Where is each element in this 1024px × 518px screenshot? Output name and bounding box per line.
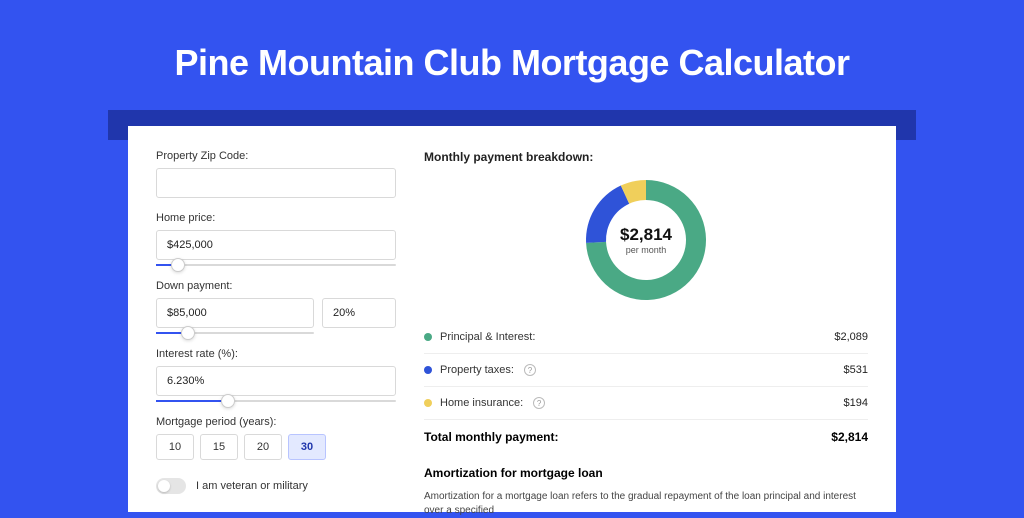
breakdown-title: Monthly payment breakdown: — [424, 150, 868, 164]
slider-thumb[interactable] — [221, 394, 235, 408]
legend-dot — [424, 366, 432, 374]
breakdown-column: Monthly payment breakdown: $2,814 per mo… — [424, 150, 868, 512]
period-btn-30[interactable]: 30 — [288, 434, 326, 460]
total-value: $2,814 — [831, 430, 868, 444]
legend: Principal & Interest: $2,089 Property taxe… — [424, 320, 868, 420]
interest-slider[interactable] — [156, 400, 396, 402]
period-btn-15[interactable]: 15 — [200, 434, 238, 460]
amortization-text: Amortization for a mortgage loan refers … — [424, 490, 868, 518]
donut-chart: $2,814 per month — [584, 178, 708, 302]
zip-field-group: Property Zip Code: — [156, 150, 396, 198]
slider-thumb[interactable] — [171, 258, 185, 272]
hero: Pine Mountain Club Mortgage Calculator — [0, 0, 1024, 126]
home-price-input[interactable] — [156, 230, 396, 260]
donut-value: $2,814 — [620, 225, 672, 245]
legend-row: Principal & Interest: $2,089 — [424, 321, 868, 354]
interest-group: Interest rate (%): — [156, 348, 396, 402]
interest-input[interactable] — [156, 366, 396, 396]
legend-dot — [424, 399, 432, 407]
legend-value: $531 — [844, 364, 868, 376]
interest-label: Interest rate (%): — [156, 348, 396, 360]
legend-label: Property taxes: — [440, 364, 514, 376]
period-buttons: 10152030 — [156, 434, 396, 460]
legend-label: Home insurance: — [440, 397, 523, 409]
legend-row: Home insurance:? $194 — [424, 387, 868, 420]
donut-sub: per month — [626, 245, 667, 255]
total-label: Total monthly payment: — [424, 430, 558, 444]
donut-chart-wrap: $2,814 per month — [424, 178, 868, 302]
down-payment-amount-input[interactable] — [156, 298, 314, 328]
form-column: Property Zip Code: Home price: Down paym… — [156, 150, 396, 512]
down-payment-pct-input[interactable] — [322, 298, 396, 328]
donut-center: $2,814 per month — [584, 178, 708, 302]
legend-row: Property taxes:? $531 — [424, 354, 868, 387]
legend-label: Principal & Interest: — [440, 331, 535, 343]
legend-dot — [424, 333, 432, 341]
home-price-label: Home price: — [156, 212, 396, 224]
zip-label: Property Zip Code: — [156, 150, 396, 162]
period-label: Mortgage period (years): — [156, 416, 396, 428]
amortization-title: Amortization for mortgage loan — [424, 466, 868, 480]
period-btn-10[interactable]: 10 — [156, 434, 194, 460]
zip-input[interactable] — [156, 168, 396, 198]
down-payment-label: Down payment: — [156, 280, 396, 292]
period-group: Mortgage period (years): 10152030 — [156, 416, 396, 460]
help-icon[interactable]: ? — [524, 364, 536, 376]
veteran-label: I am veteran or military — [196, 480, 308, 492]
calculator-card: Property Zip Code: Home price: Down paym… — [128, 126, 896, 512]
legend-value: $194 — [844, 397, 868, 409]
legend-value: $2,089 — [834, 331, 868, 343]
help-icon[interactable]: ? — [533, 397, 545, 409]
down-payment-slider[interactable] — [156, 332, 314, 334]
veteran-row: I am veteran or military — [156, 478, 396, 494]
period-btn-20[interactable]: 20 — [244, 434, 282, 460]
home-price-slider[interactable] — [156, 264, 396, 266]
slider-thumb[interactable] — [181, 326, 195, 340]
page-title: Pine Mountain Club Mortgage Calculator — [174, 42, 849, 84]
down-payment-group: Down payment: — [156, 280, 396, 334]
veteran-toggle[interactable] — [156, 478, 186, 494]
home-price-group: Home price: — [156, 212, 396, 266]
toggle-knob — [158, 480, 170, 492]
total-row: Total monthly payment: $2,814 — [424, 420, 868, 460]
